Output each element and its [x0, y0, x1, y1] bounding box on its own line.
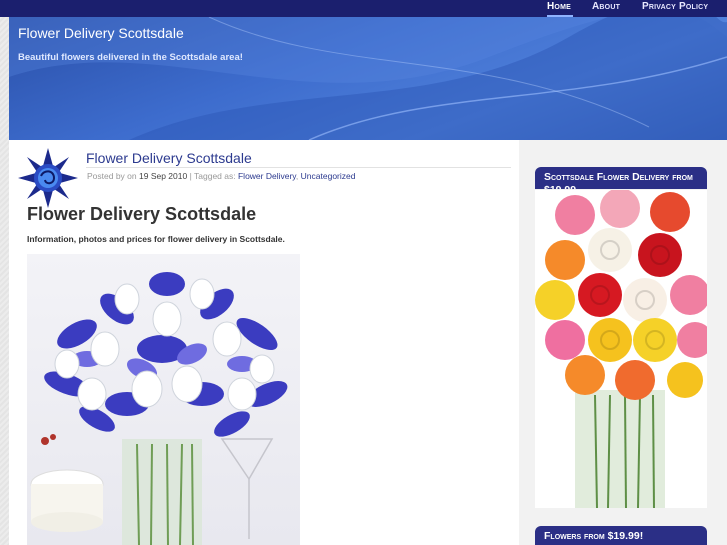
tag-link-flower-delivery[interactable]: Flower Delivery — [238, 171, 296, 181]
mixed-roses-image[interactable] — [535, 190, 707, 508]
widget-title-scottsdale-flower-delivery: Scottsdale Flower Delivery from $19.99 — [535, 167, 707, 189]
post-title-link[interactable]: Flower Delivery Scottsdale — [86, 150, 252, 166]
post-meta-prefix: Posted by on — [87, 171, 137, 181]
widget-title-flowers-from: Flowers from $19.99! — [535, 526, 707, 545]
top-navigation: Home About Privacy Policy — [0, 0, 727, 17]
site-header: Flower Delivery Scottsdale Beautiful flo… — [9, 17, 727, 140]
main-content: Flower Delivery Scottsdale Posted by on … — [9, 140, 519, 545]
site-tagline: Beautiful flowers delivered in the Scott… — [18, 52, 243, 63]
bouquet-illustration — [30, 272, 288, 545]
site-title[interactable]: Flower Delivery Scottsdale — [18, 25, 184, 41]
entry-heading: Flower Delivery Scottsdale — [27, 204, 257, 224]
tag-link-uncategorized[interactable]: Uncategorized — [301, 171, 356, 181]
roses-illustration — [535, 190, 707, 508]
post-meta-tagged: | Tagged as: — [189, 171, 236, 181]
iris-tulip-bouquet-image[interactable] — [27, 254, 300, 545]
nav-home-link[interactable]: Home — [547, 0, 573, 17]
tag-separator: , — [295, 171, 299, 181]
post-meta: Posted by on 19 Sep 2010 | Tagged as: Fl… — [87, 171, 355, 181]
post-date: 19 Sep 2010 — [139, 171, 188, 181]
entry-text: Information, photos and prices for flowe… — [27, 234, 285, 244]
nav-about-link[interactable]: About — [592, 0, 620, 17]
divider — [86, 167, 511, 168]
nav-privacy-policy-link[interactable]: Privacy Policy — [642, 0, 708, 17]
sun-logo-icon — [18, 148, 78, 208]
